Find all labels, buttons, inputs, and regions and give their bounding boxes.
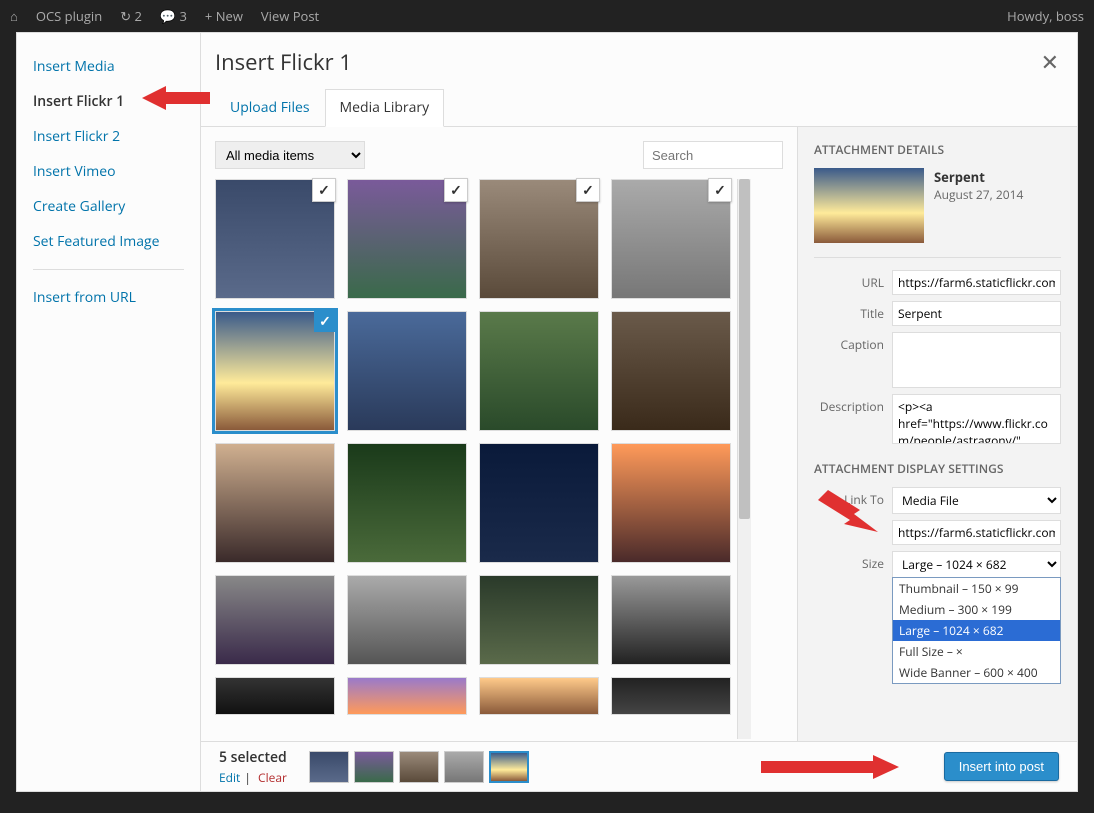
media-thumb[interactable] bbox=[611, 443, 731, 563]
media-thumb[interactable] bbox=[347, 179, 467, 299]
sidebar-insert-flickr-2[interactable]: Insert Flickr 2 bbox=[17, 119, 200, 154]
media-thumb[interactable] bbox=[215, 575, 335, 665]
annotation-arrow-insert bbox=[761, 754, 901, 780]
scrollbar-thumb[interactable] bbox=[739, 179, 750, 519]
media-sidebar: Insert Media Insert Flickr 1 Insert Flic… bbox=[17, 33, 201, 791]
adminbar-home-icon[interactable]: ⌂ bbox=[10, 7, 18, 25]
media-thumb[interactable] bbox=[611, 575, 731, 665]
selection-thumb[interactable] bbox=[354, 751, 394, 783]
size-select[interactable]: Large – 1024 × 682 bbox=[892, 551, 1061, 578]
tab-media-library[interactable]: Media Library bbox=[325, 89, 445, 127]
media-thumb[interactable] bbox=[479, 677, 599, 715]
media-thumb[interactable] bbox=[215, 443, 335, 563]
media-thumb[interactable] bbox=[479, 311, 599, 431]
adminbar-site-name[interactable]: OCS plugin bbox=[36, 7, 102, 25]
selection-thumb[interactable] bbox=[444, 751, 484, 783]
attachment-details-panel: ATTACHMENT DETAILS Serpent August 27, 20… bbox=[797, 127, 1077, 741]
sidebar-separator bbox=[33, 269, 184, 270]
edit-selection-link[interactable]: Edit bbox=[219, 769, 240, 786]
caption-label: Caption bbox=[814, 332, 892, 353]
media-thumb[interactable] bbox=[215, 179, 335, 299]
media-thumb[interactable] bbox=[347, 677, 467, 715]
sidebar-insert-from-url[interactable]: Insert from URL bbox=[17, 280, 200, 315]
adminbar-viewpost[interactable]: View Post bbox=[261, 7, 319, 25]
media-thumb-selected[interactable] bbox=[215, 311, 335, 431]
selection-thumbs bbox=[309, 751, 529, 783]
media-modal: Insert Media Insert Flickr 1 Insert Flic… bbox=[16, 32, 1078, 792]
wp-admin-bar: ⌂ OCS plugin ↻ 2 💬 3 + New View Post How… bbox=[0, 0, 1094, 32]
media-thumb[interactable] bbox=[479, 575, 599, 665]
media-thumb[interactable] bbox=[611, 179, 731, 299]
modal-title: Insert Flickr 1 bbox=[215, 47, 1057, 77]
media-tabs: Upload Files Media Library bbox=[215, 89, 1057, 126]
media-header: Insert Flickr 1 Upload Files Media Libra… bbox=[201, 33, 1077, 127]
close-icon[interactable]: ✕ bbox=[1041, 47, 1059, 77]
media-thumb[interactable] bbox=[611, 677, 731, 715]
adminbar-comments[interactable]: 💬 3 bbox=[160, 7, 187, 25]
media-thumb[interactable] bbox=[479, 443, 599, 563]
sidebar-insert-flickr-1[interactable]: Insert Flickr 1 bbox=[17, 84, 200, 119]
attachment-name: Serpent bbox=[934, 168, 1023, 186]
media-thumb[interactable] bbox=[347, 443, 467, 563]
tab-upload-files[interactable]: Upload Files bbox=[215, 89, 325, 126]
adminbar-howdy[interactable]: Howdy, boss bbox=[1007, 7, 1084, 25]
size-option[interactable]: Full Size – × bbox=[893, 641, 1060, 662]
selected-count: 5 selected bbox=[219, 748, 287, 767]
attachment-details-heading: ATTACHMENT DETAILS bbox=[814, 141, 1061, 158]
selection-thumb[interactable] bbox=[309, 751, 349, 783]
sidebar-insert-media[interactable]: Insert Media bbox=[17, 49, 200, 84]
size-dropdown-list: Thumbnail – 150 × 99 Medium – 300 × 199 … bbox=[892, 577, 1061, 684]
attachment-preview-thumb bbox=[814, 168, 924, 243]
selection-thumb[interactable] bbox=[399, 751, 439, 783]
sidebar-set-featured-image[interactable]: Set Featured Image bbox=[17, 224, 200, 259]
sidebar-create-gallery[interactable]: Create Gallery bbox=[17, 189, 200, 224]
grid-scrollbar[interactable] bbox=[737, 179, 751, 739]
linkto-label: Link To bbox=[814, 487, 892, 508]
selection-thumb-active[interactable] bbox=[489, 751, 529, 783]
size-option[interactable]: Thumbnail – 150 × 99 bbox=[893, 578, 1060, 599]
description-field[interactable]: <p><a href="https://www.flickr.com/peopl… bbox=[892, 394, 1061, 444]
clear-selection-link[interactable]: Clear bbox=[258, 769, 287, 786]
size-label: Size bbox=[814, 551, 892, 572]
size-option[interactable]: Medium – 300 × 199 bbox=[893, 599, 1060, 620]
size-option-selected[interactable]: Large – 1024 × 682 bbox=[893, 620, 1060, 641]
media-thumb[interactable] bbox=[611, 311, 731, 431]
size-option[interactable]: Wide Banner – 600 × 400 bbox=[893, 662, 1060, 683]
media-thumb[interactable] bbox=[479, 179, 599, 299]
sidebar-insert-vimeo[interactable]: Insert Vimeo bbox=[17, 154, 200, 189]
attachment-date: August 27, 2014 bbox=[934, 186, 1023, 203]
title-label: Title bbox=[814, 301, 892, 322]
linkto-select[interactable]: Media File bbox=[892, 487, 1061, 514]
description-label: Description bbox=[814, 394, 892, 415]
media-main: ✕ Insert Flickr 1 Upload Files Media Lib… bbox=[201, 33, 1077, 791]
media-thumb[interactable] bbox=[347, 311, 467, 431]
url-field[interactable] bbox=[892, 270, 1061, 295]
search-input[interactable] bbox=[643, 141, 783, 169]
adminbar-new[interactable]: + New bbox=[205, 7, 243, 25]
media-grid bbox=[215, 179, 731, 739]
linkto-url-field[interactable] bbox=[892, 520, 1061, 545]
media-footer: 5 selected Edit| Clear Insert into post bbox=[201, 741, 1077, 791]
adminbar-updates[interactable]: ↻ 2 bbox=[120, 7, 142, 25]
caption-field[interactable] bbox=[892, 332, 1061, 388]
insert-into-post-button[interactable]: Insert into post bbox=[944, 752, 1059, 781]
display-settings-heading: ATTACHMENT DISPLAY SETTINGS bbox=[814, 460, 1061, 477]
attachments-area: All media items bbox=[201, 127, 797, 741]
title-field[interactable] bbox=[892, 301, 1061, 326]
url-label: URL bbox=[814, 270, 892, 291]
media-thumb[interactable] bbox=[347, 575, 467, 665]
media-thumb[interactable] bbox=[215, 677, 335, 715]
media-filter-select[interactable]: All media items bbox=[215, 141, 365, 169]
